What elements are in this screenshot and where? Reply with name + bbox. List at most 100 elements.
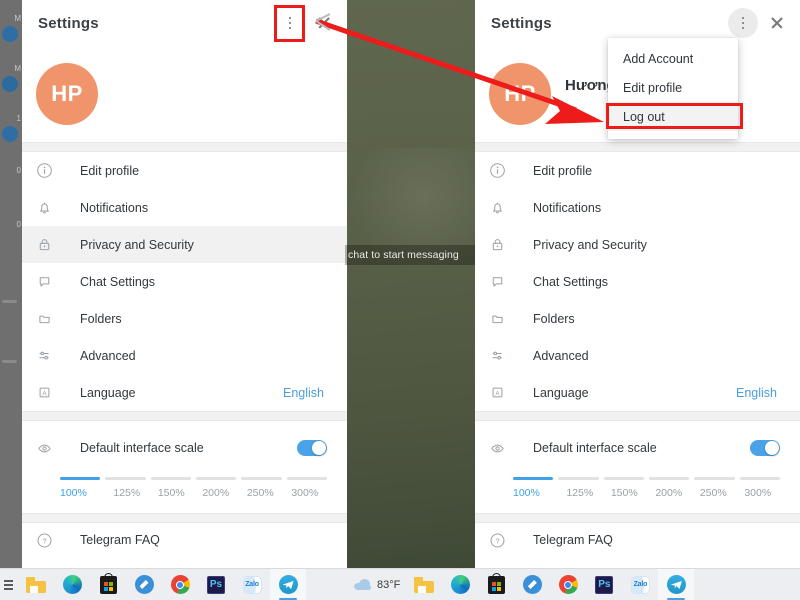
taskbar-icon-google-chrome[interactable] (162, 569, 198, 600)
microsoft-store-icon (487, 572, 505, 594)
interface-scale-toggle[interactable] (297, 440, 327, 456)
taskbar-icon-microsoft-store[interactable] (478, 569, 514, 600)
settings-row-label: Advanced (80, 348, 136, 363)
close-button[interactable] (762, 8, 792, 38)
slider-segment[interactable] (195, 477, 237, 480)
profile-block[interactable]: HP (22, 46, 347, 142)
settings-row-telegram-faq[interactable]: ? Telegram FAQ (22, 523, 347, 557)
settings-row-language[interactable]: A Language English (22, 374, 347, 411)
cloud-icon (354, 579, 372, 590)
chat-placeholder-text: chat to start messaging (345, 245, 490, 265)
settings-row-telegram-faq[interactable]: ? Telegram FAQ (475, 523, 800, 557)
more-options-button[interactable] (728, 8, 758, 38)
taskbar-icon-blue-app[interactable] (514, 569, 550, 600)
scale-option-150[interactable]: 150% (602, 487, 647, 499)
taskbar-icon-microsoft-edge[interactable] (442, 569, 478, 600)
microsoft-store-icon (99, 572, 117, 594)
taskbar-icon-google-chrome[interactable] (550, 569, 586, 600)
weather-temperature: 83°F (377, 578, 401, 591)
taskbar-icon-photoshop[interactable]: Ps (198, 569, 234, 600)
scale-option-250[interactable]: 250% (691, 487, 736, 499)
file-explorer-icon (414, 576, 435, 593)
lock-icon (36, 236, 62, 253)
taskbar-icon-blue-app[interactable] (126, 569, 162, 600)
header-actions (728, 8, 792, 38)
section-divider (22, 411, 347, 421)
scale-option-125[interactable]: 125% (105, 487, 150, 499)
more-options-button[interactable] (275, 8, 305, 38)
settings-row-label: Language (80, 385, 136, 400)
scale-option-300[interactable]: 300% (736, 487, 781, 499)
taskbar-icon-telegram[interactable] (270, 568, 306, 600)
scale-option-300[interactable]: 300% (283, 487, 328, 499)
slider-segment[interactable] (286, 477, 327, 480)
close-icon (317, 16, 331, 30)
taskbar-icon-file-explorer[interactable] (406, 569, 442, 600)
taskbar-icon-microsoft-store[interactable] (90, 569, 126, 600)
panel-header: Settings (22, 0, 347, 46)
settings-row-label: Edit profile (533, 163, 593, 178)
google-chrome-icon (170, 575, 190, 594)
start-button[interactable] (4, 579, 18, 590)
scale-option-100[interactable]: 100% (513, 487, 558, 499)
taskbar-icon-file-explorer[interactable] (18, 569, 54, 600)
slider-segment[interactable] (739, 477, 780, 480)
settings-row-edit-profile[interactable]: Edit profile (22, 152, 347, 189)
taskbar-icon-zalo[interactable]: Zalo (234, 569, 270, 600)
section-divider (475, 142, 800, 152)
taskbar-icon-telegram[interactable] (658, 568, 695, 600)
interface-scale-label: Default interface scale (80, 441, 204, 455)
scale-slider[interactable]: 100% 125% 150% 200% 250% 300% (513, 477, 780, 499)
settings-row-chat-settings[interactable]: Chat Settings (475, 263, 800, 300)
taskbar-weather-widget[interactable]: 83°F (354, 579, 400, 591)
scale-option-100[interactable]: 100% (60, 487, 105, 499)
sliver-avatar (2, 126, 18, 142)
slider-segment[interactable] (105, 477, 146, 480)
slider-segment[interactable] (60, 477, 101, 480)
slider-track[interactable] (513, 477, 780, 480)
settings-row-label: Edit profile (80, 163, 140, 178)
slider-segment[interactable] (603, 477, 644, 480)
settings-row-privacy-and-security[interactable]: Privacy and Security (475, 226, 800, 263)
settings-row-notifications[interactable]: Notifications (475, 189, 800, 226)
settings-row-notifications[interactable]: Notifications (22, 189, 347, 226)
settings-row-advanced[interactable]: Advanced (475, 337, 800, 374)
settings-row-advanced[interactable]: Advanced (22, 337, 347, 374)
interface-scale-toggle[interactable] (750, 440, 780, 456)
close-button[interactable] (309, 8, 339, 38)
menu-item-add-account[interactable]: Add Account (608, 44, 738, 73)
settings-row-privacy-and-security[interactable]: Privacy and Security (22, 226, 347, 263)
eye-icon (489, 440, 515, 457)
lock-icon (489, 236, 515, 253)
close-icon (770, 16, 784, 30)
settings-row-folders[interactable]: Folders (22, 300, 347, 337)
slider-segment[interactable] (241, 477, 282, 480)
account-dropdown-menu: Add Account Edit profile Log out (608, 38, 738, 139)
slider-segment[interactable] (150, 477, 191, 480)
settings-row-chat-settings[interactable]: Chat Settings (22, 263, 347, 300)
slider-segment[interactable] (513, 477, 554, 480)
slider-segment[interactable] (558, 477, 599, 480)
menu-item-log-out[interactable]: Log out (608, 102, 738, 131)
settings-row-folders[interactable]: Folders (475, 300, 800, 337)
settings-row-edit-profile[interactable]: Edit profile (475, 152, 800, 189)
slider-segment[interactable] (694, 477, 735, 480)
scale-option-200[interactable]: 200% (194, 487, 239, 499)
settings-list: Edit profile Notifications Privacy and S… (22, 152, 347, 411)
scale-option-150[interactable]: 150% (149, 487, 194, 499)
slider-segment[interactable] (648, 477, 690, 480)
menu-item-edit-profile[interactable]: Edit profile (608, 73, 738, 102)
settings-row-value: English (736, 385, 777, 400)
sliver-time: 0 (16, 220, 21, 229)
taskbar-icon-zalo[interactable]: Zalo (622, 569, 658, 600)
slider-labels: 100% 125% 150% 200% 250% 300% (60, 487, 327, 499)
taskbar-icon-microsoft-edge[interactable] (54, 569, 90, 600)
scale-option-125[interactable]: 125% (558, 487, 603, 499)
taskbar-icon-photoshop[interactable]: Ps (586, 569, 622, 600)
scale-option-200[interactable]: 200% (647, 487, 692, 499)
slider-track[interactable] (60, 477, 327, 480)
scale-option-250[interactable]: 250% (238, 487, 283, 499)
scale-slider[interactable]: 100% 125% 150% 200% 250% 300% (60, 477, 327, 499)
settings-row-language[interactable]: A Language English (475, 374, 800, 411)
chat-list-sliver[interactable]: M M 1 0 0 (0, 0, 22, 568)
